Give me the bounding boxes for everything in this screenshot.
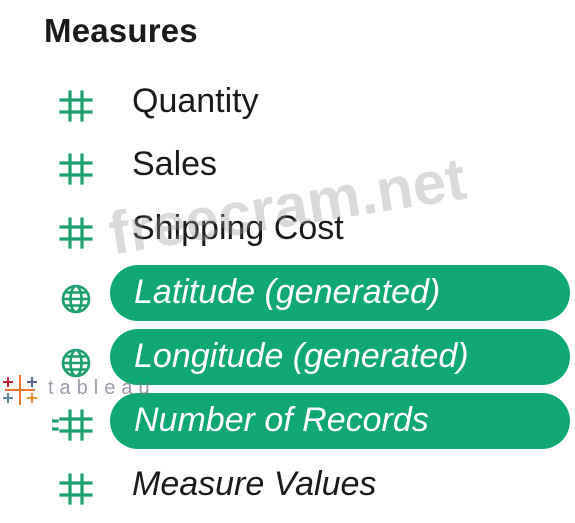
measure-field-number-of-records[interactable]: Number of Records xyxy=(0,391,575,449)
hash-icon xyxy=(52,141,100,189)
field-label: Measure Values xyxy=(132,465,377,503)
field-label: Sales xyxy=(132,145,218,183)
hash-icon xyxy=(52,205,100,253)
hash-icon xyxy=(52,461,100,509)
globe-icon xyxy=(52,269,100,317)
measure-field-longitude[interactable]: Longitude (generated) xyxy=(0,327,575,385)
hash-icon xyxy=(52,78,100,126)
field-label: Number of Records xyxy=(134,401,429,439)
field-label: Latitude (generated) xyxy=(134,273,441,311)
measure-field-quantity[interactable]: Quantity xyxy=(0,72,575,130)
measure-field-shipping-cost[interactable]: Shipping Cost xyxy=(0,199,575,257)
measure-field-latitude[interactable]: Latitude (generated) xyxy=(0,263,575,321)
field-label: Shipping Cost xyxy=(132,209,344,247)
calculated-hash-icon xyxy=(50,397,100,445)
measure-field-sales[interactable]: Sales xyxy=(0,135,575,193)
globe-icon xyxy=(52,333,100,381)
field-label: Quantity xyxy=(132,82,259,120)
measures-heading: Measures xyxy=(44,12,198,49)
measure-field-measure-values[interactable]: Measure Values xyxy=(0,455,575,513)
field-label: Longitude (generated) xyxy=(134,337,469,375)
